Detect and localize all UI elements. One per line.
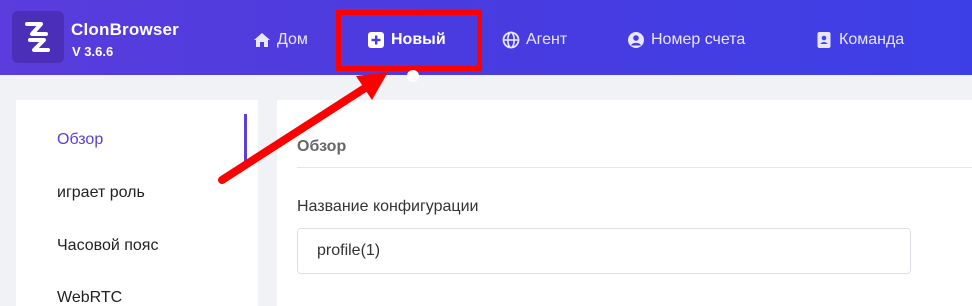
clonbrowser-logo-icon bbox=[25, 22, 50, 52]
app-name: ClonBrowser bbox=[71, 20, 179, 39]
app-logo bbox=[12, 11, 64, 63]
active-tab-indicator bbox=[407, 70, 419, 82]
sidebar-item-timezone[interactable]: Часовой пояс bbox=[57, 237, 158, 255]
app-version: V 3.6.6 bbox=[72, 44, 114, 59]
config-name-input[interactable] bbox=[297, 228, 911, 274]
main-content-panel: Обзор Название конфигурации bbox=[277, 100, 972, 306]
sidebar-item-overview[interactable]: Обзор bbox=[57, 131, 103, 149]
settings-sidebar: Обзор играет роль Часовой пояс WebRTC bbox=[16, 100, 258, 306]
nav-item-team[interactable]: Команда bbox=[815, 29, 904, 51]
section-divider bbox=[297, 167, 972, 168]
annotation-highlight-box bbox=[336, 10, 482, 71]
sidebar-active-indicator bbox=[244, 114, 247, 162]
section-title: Обзор bbox=[297, 138, 347, 155]
nav-item-label: Команда bbox=[839, 31, 905, 48]
sidebar-item-role[interactable]: играет роль bbox=[57, 184, 145, 202]
nav-item-label: Номер счета bbox=[651, 31, 746, 48]
nav-item-home[interactable]: Дом bbox=[253, 29, 308, 51]
sidebar-item-webrtc[interactable]: WebRTC bbox=[57, 289, 122, 306]
config-name-label: Название конфигурации bbox=[297, 198, 479, 215]
address-book-icon bbox=[817, 32, 831, 48]
globe-icon bbox=[502, 31, 520, 49]
user-circle-icon bbox=[628, 32, 644, 48]
nav-item-label: Агент bbox=[526, 31, 568, 48]
nav-item-account-number[interactable]: Номер счета bbox=[627, 29, 745, 51]
home-icon bbox=[254, 33, 270, 47]
nav-item-agent[interactable]: Агент bbox=[502, 29, 567, 51]
top-navigation-bar: ClonBrowser V 3.6.6 Дом Новый Агент Номе… bbox=[0, 0, 972, 75]
nav-item-label: Дом bbox=[277, 31, 308, 48]
